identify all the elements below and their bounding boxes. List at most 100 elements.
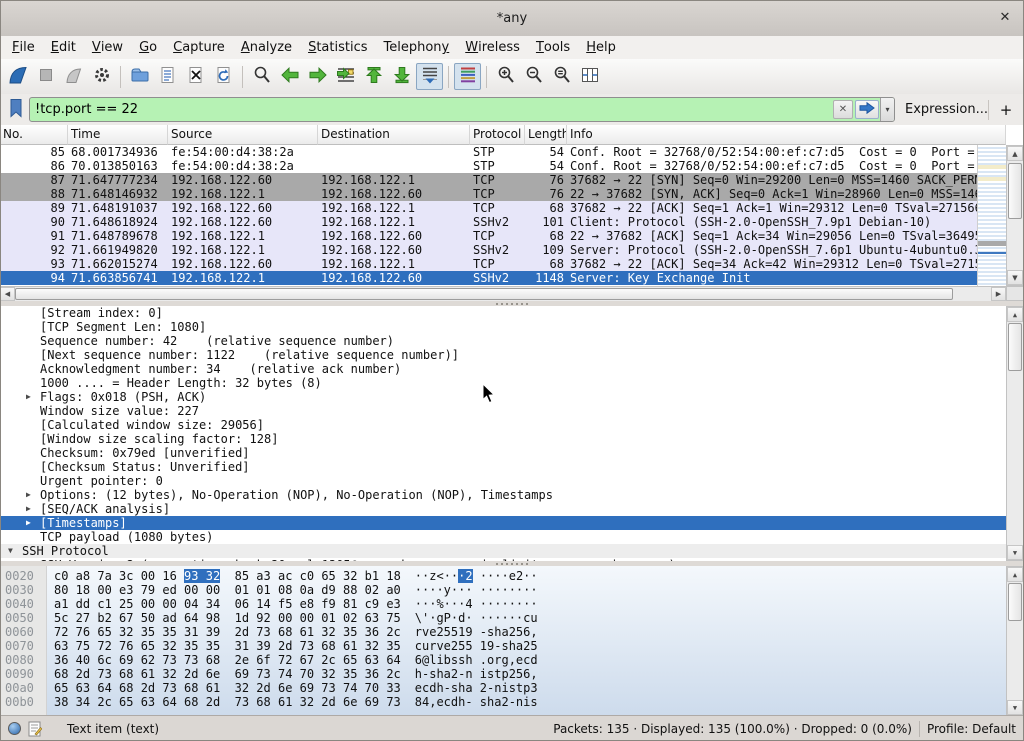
column-header-source[interactable]: Source [168, 125, 318, 145]
packet-row-87[interactable]: 8771.647777234192.168.122.60192.168.122.… [0, 173, 978, 187]
open-capture-file-button[interactable] [126, 63, 153, 90]
hex-row-0040[interactable]: 0040a1 dd c1 25 00 00 04 34 06 14 f5 e8 … [0, 597, 1024, 611]
detail-line-1[interactable]: [TCP Segment Len: 1080] [0, 320, 1006, 334]
scroll-track[interactable] [1007, 582, 1023, 700]
go-first-packet-button[interactable] [360, 63, 387, 90]
status-profile[interactable]: Profile: Default [927, 722, 1016, 736]
menu-tools[interactable]: Tools [528, 36, 578, 59]
packet-row-88[interactable]: 8871.648146932192.168.122.1192.168.122.6… [0, 187, 978, 201]
scroll-thumb[interactable] [15, 288, 953, 300]
go-forward-button[interactable] [304, 63, 331, 90]
column-header-time[interactable]: Time [68, 125, 168, 145]
filter-bookmark-button[interactable] [5, 98, 27, 122]
titlebar[interactable]: *any ✕ [0, 0, 1024, 37]
scroll-thumb[interactable] [1008, 583, 1022, 621]
filter-apply-button[interactable] [855, 100, 879, 119]
column-header-no[interactable]: No. [0, 125, 68, 145]
packet-list-vscrollbar[interactable]: ▲▼ [1006, 145, 1024, 286]
filter-history-dropdown[interactable]: ▾ [880, 98, 894, 121]
go-to-packet-button[interactable] [332, 63, 359, 90]
detail-line-7[interactable]: Window size value: 227 [0, 404, 1006, 418]
save-capture-file-button[interactable] [154, 63, 181, 90]
hex-row-0080[interactable]: 008036 40 6c 69 62 73 73 68 2e 6f 72 67 … [0, 653, 1024, 667]
menu-go[interactable]: Go [131, 36, 165, 59]
display-filter-input[interactable] [30, 98, 833, 121]
menu-capture[interactable]: Capture [165, 36, 233, 59]
scroll-up-button[interactable]: ▲ [1007, 567, 1023, 582]
scroll-down-button[interactable]: ▼ [1007, 270, 1023, 285]
hex-row-0070[interactable]: 007063 75 72 76 65 32 35 35 31 39 2d 73 … [0, 639, 1024, 653]
go-last-packet-button[interactable] [388, 63, 415, 90]
column-header-length[interactable]: Length [525, 125, 567, 145]
menu-help[interactable]: Help [578, 36, 624, 59]
detail-line-9[interactable]: [Window size scaling factor: 128] [0, 432, 1006, 446]
expander-collapsed-icon[interactable]: ▶ [26, 502, 40, 516]
packet-row-86[interactable]: 8670.013850163fe:54:00:d4:38:2aSTP54Conf… [0, 159, 978, 173]
menu-wireless[interactable]: Wireless [457, 36, 528, 59]
reload-capture-file-button[interactable] [210, 63, 237, 90]
find-packet-button[interactable] [248, 63, 275, 90]
scroll-thumb[interactable] [1008, 323, 1022, 371]
column-header-protocol[interactable]: Protocol [470, 125, 525, 145]
detail-line-0[interactable]: [Stream index: 0] [0, 306, 1006, 320]
hex-row-0060[interactable]: 006072 76 65 32 35 35 31 39 2d 73 68 61 … [0, 625, 1024, 639]
packet-row-90[interactable]: 9071.648618924192.168.122.60192.168.122.… [0, 215, 978, 229]
detail-line-8[interactable]: [Calculated window size: 29056] [0, 418, 1006, 432]
filter-add-button[interactable]: + [997, 101, 1015, 119]
zoom-100-button[interactable] [548, 63, 575, 90]
zoom-in-button[interactable] [492, 63, 519, 90]
packet-list-hscrollbar[interactable]: ◀▶ [0, 286, 1006, 301]
detail-line-10[interactable]: Checksum: 0x79ed [unverified] [0, 446, 1006, 460]
scroll-right-button[interactable]: ▶ [991, 287, 1006, 301]
hex-row-0020[interactable]: 0020c0 a8 7a 3c 00 16 93 32 85 a3 ac c0 … [0, 569, 1024, 583]
packet-row-85[interactable]: 8568.001734936fe:54:00:d4:38:2aSTP54Conf… [0, 145, 978, 159]
scroll-left-button[interactable]: ◀ [0, 287, 15, 301]
column-header-info[interactable]: Info [567, 125, 1006, 145]
column-header-destination[interactable]: Destination [318, 125, 470, 145]
detail-line-5[interactable]: 1000 .... = Header Length: 32 bytes (8) [0, 376, 1006, 390]
scroll-up-button[interactable]: ▲ [1007, 307, 1023, 322]
hex-row-0050[interactable]: 00505c 27 b2 67 50 ad 64 98 1d 92 00 00 … [0, 611, 1024, 625]
expander-collapsed-icon[interactable]: ▶ [26, 516, 40, 530]
colorize-packets-button[interactable] [454, 63, 481, 90]
detail-line-2[interactable]: Sequence number: 42 (relative sequence n… [0, 334, 1006, 348]
hex-row-00a0[interactable]: 00a065 63 64 68 2d 73 68 61 32 2d 6e 69 … [0, 681, 1024, 695]
menu-telephony[interactable]: Telephony [376, 36, 458, 59]
expander-collapsed-icon[interactable]: ▶ [26, 488, 40, 502]
detail-line-4[interactable]: Acknowledgment number: 34 (relative ack … [0, 362, 1006, 376]
menu-statistics[interactable]: Statistics [300, 36, 375, 59]
scroll-thumb[interactable] [1008, 163, 1022, 219]
auto-scroll-button[interactable] [416, 63, 443, 90]
detail-line-16[interactable]: TCP payload (1080 bytes) [0, 530, 1006, 544]
detail-line-13[interactable]: ▶Options: (12 bytes), No-Operation (NOP)… [0, 488, 1006, 502]
restart-capture-button[interactable] [60, 63, 87, 90]
expert-info-icon[interactable] [8, 722, 21, 735]
detail-line-3[interactable]: [Next sequence number: 1122 (relative se… [0, 348, 1006, 362]
zoom-out-button[interactable] [520, 63, 547, 90]
packet-row-94[interactable]: 9471.663856741192.168.122.1192.168.122.6… [0, 271, 978, 285]
close-button[interactable]: ✕ [996, 9, 1014, 27]
menu-file[interactable]: File [4, 36, 43, 59]
expander-expanded-icon[interactable]: ▼ [8, 544, 22, 558]
bytes-vscrollbar[interactable]: ▲▼ [1006, 566, 1024, 716]
packet-row-92[interactable]: 9271.661949820192.168.122.1192.168.122.6… [0, 243, 978, 257]
scroll-down-button[interactable]: ▼ [1007, 700, 1023, 715]
detail-line-17[interactable]: ▼SSH Protocol [0, 544, 1006, 558]
resize-columns-button[interactable] [576, 63, 603, 90]
packet-minimap[interactable] [977, 145, 1006, 286]
scroll-track[interactable] [1007, 161, 1023, 270]
detail-line-15[interactable]: ▶[Timestamps] [0, 516, 1006, 530]
packet-row-93[interactable]: 9371.662015274192.168.122.60192.168.122.… [0, 257, 978, 271]
capture-comment-icon[interactable] [28, 721, 42, 737]
scroll-track[interactable] [15, 287, 991, 301]
scroll-track[interactable] [1007, 322, 1023, 545]
start-capture-button[interactable] [4, 63, 31, 90]
scroll-up-button[interactable]: ▲ [1007, 146, 1023, 161]
details-vscrollbar[interactable]: ▲▼ [1006, 306, 1024, 561]
go-back-button[interactable] [276, 63, 303, 90]
stop-capture-button[interactable] [32, 63, 59, 90]
menu-view[interactable]: View [84, 36, 131, 59]
hex-row-0030[interactable]: 003080 18 00 e3 79 ed 00 00 01 01 08 0a … [0, 583, 1024, 597]
detail-line-11[interactable]: [Checksum Status: Unverified] [0, 460, 1006, 474]
capture-options-button[interactable] [88, 63, 115, 90]
